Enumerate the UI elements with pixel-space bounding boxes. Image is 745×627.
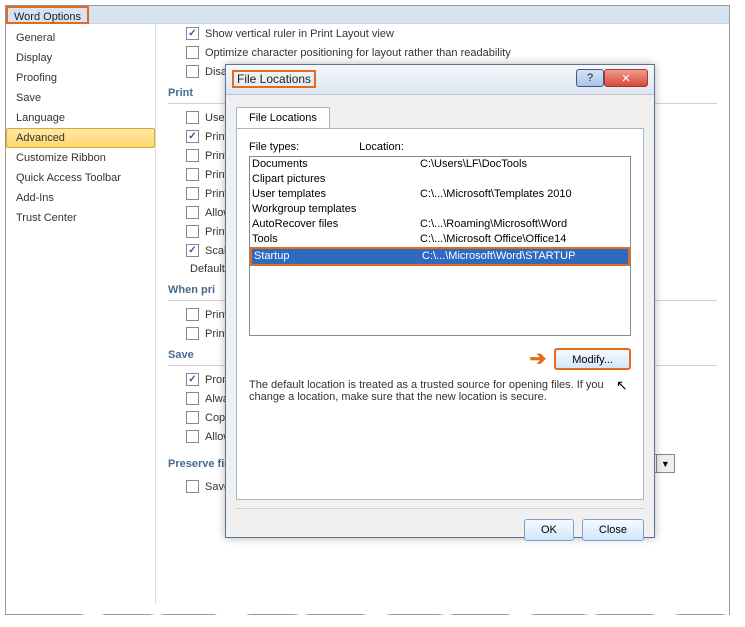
window-titlebar: Word Options [6,6,729,24]
annotation-arrow-icon: ➔ [529,346,546,371]
ok-button[interactable]: OK [524,519,574,541]
checkbox[interactable] [186,430,199,443]
options-sidebar: General Display Proofing Save Language A… [6,24,156,614]
list-item: ToolsC:\...\Microsoft Office\Office14 [250,232,630,247]
checkbox[interactable] [186,206,199,219]
hint-text: The default location is treated as a tru… [249,377,631,405]
checkbox[interactable] [186,244,199,257]
dialog-titlebar[interactable]: File Locations ? ✕ [226,65,654,95]
sidebar-item-display[interactable]: Display [6,48,155,68]
checkbox[interactable] [186,392,199,405]
list-item: User templatesC:\...\Microsoft\Templates… [250,187,630,202]
sidebar-item-quick-access-toolbar[interactable]: Quick Access Toolbar [6,168,155,188]
separator [236,508,644,509]
tab-page: File types: Location: DocumentsC:\Users\… [236,128,644,500]
checkbox[interactable] [186,111,199,124]
option-label: Show vertical ruler in Print Layout view [205,28,394,40]
option-label: Cop [205,412,225,424]
sidebar-item-save[interactable]: Save [6,88,155,108]
checkbox[interactable] [186,168,199,181]
list-item: DocumentsC:\Users\LF\DocTools [250,157,630,172]
checkbox[interactable] [186,411,199,424]
sidebar-item-add-ins[interactable]: Add-Ins [6,188,155,208]
help-button[interactable]: ? [576,69,604,87]
close-window-button[interactable]: ✕ [604,69,648,87]
tab-file-locations[interactable]: File Locations [236,107,330,128]
checkbox[interactable] [186,308,199,321]
list-item: AutoRecover filesC:\...\Roaming\Microsof… [250,217,630,232]
option-row: Show vertical ruler in Print Layout view [168,24,717,43]
modify-button[interactable]: Modify... [554,348,631,370]
sidebar-item-advanced[interactable]: Advanced [6,128,155,148]
checkbox[interactable] [186,225,199,238]
close-button[interactable]: Close [582,519,644,541]
checkbox[interactable] [186,27,199,40]
torn-edge [719,24,729,614]
checkbox[interactable] [186,480,199,493]
list-item: Clipart pictures [250,172,630,187]
checkbox[interactable] [186,149,199,162]
file-locations-list[interactable]: DocumentsC:\Users\LF\DocTools Clipart pi… [249,156,631,336]
sidebar-item-general[interactable]: General [6,28,155,48]
checkbox[interactable] [186,130,199,143]
list-item-selected: StartupC:\...\Microsoft\Word\STARTUP [250,247,630,266]
option-label: Disa [205,66,227,78]
sidebar-item-trust-center[interactable]: Trust Center [6,208,155,228]
chevron-down-icon[interactable]: ▼ [656,455,674,472]
list-item: Workgroup templates [250,202,630,217]
checkbox[interactable] [186,373,199,386]
checkbox[interactable] [186,187,199,200]
file-locations-dialog: File Locations ? ✕ File Locations File t… [225,64,655,538]
checkbox[interactable] [186,327,199,340]
column-file-types: File types: [249,141,299,153]
option-row: Optimize character positioning for layou… [168,43,717,62]
option-label: Use [205,112,225,124]
dialog-title: File Locations [232,70,316,88]
sidebar-item-proofing[interactable]: Proofing [6,68,155,88]
checkbox[interactable] [186,65,199,78]
window-title: Word Options [6,6,89,24]
column-location: Location: [299,141,631,153]
sidebar-item-language[interactable]: Language [6,108,155,128]
sidebar-item-customize-ribbon[interactable]: Customize Ribbon [6,148,155,168]
checkbox[interactable] [186,46,199,59]
option-label: Optimize character positioning for layou… [205,47,511,59]
